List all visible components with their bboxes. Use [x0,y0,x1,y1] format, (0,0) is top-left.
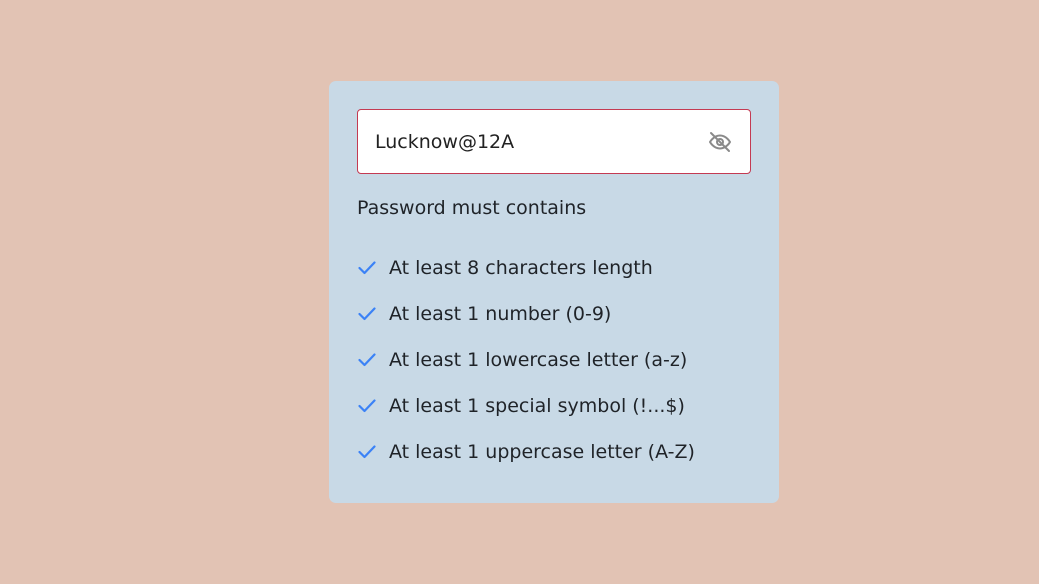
requirements-heading: Password must contains [357,197,587,219]
eye-slash-icon[interactable] [707,129,733,155]
requirement-label: At least 8 characters length [389,257,653,279]
list-item: At least 1 uppercase letter (A-Z) [357,429,695,475]
password-field[interactable] [357,109,751,174]
check-icon [357,396,377,416]
check-icon [357,258,377,278]
password-card: Password must contains At least 8 charac… [329,81,779,503]
list-item: At least 1 number (0-9) [357,291,695,337]
requirement-label: At least 1 number (0-9) [389,303,612,325]
check-icon [357,304,377,324]
list-item: At least 1 lowercase letter (a-z) [357,337,695,383]
list-item: At least 1 special symbol (!...$) [357,383,695,429]
check-icon [357,442,377,462]
password-input[interactable] [375,130,707,153]
requirement-label: At least 1 uppercase letter (A-Z) [389,441,695,463]
requirement-label: At least 1 special symbol (!...$) [389,395,685,417]
requirements-list: At least 8 characters length At least 1 … [357,245,695,475]
requirement-label: At least 1 lowercase letter (a-z) [389,349,688,371]
list-item: At least 8 characters length [357,245,695,291]
check-icon [357,350,377,370]
